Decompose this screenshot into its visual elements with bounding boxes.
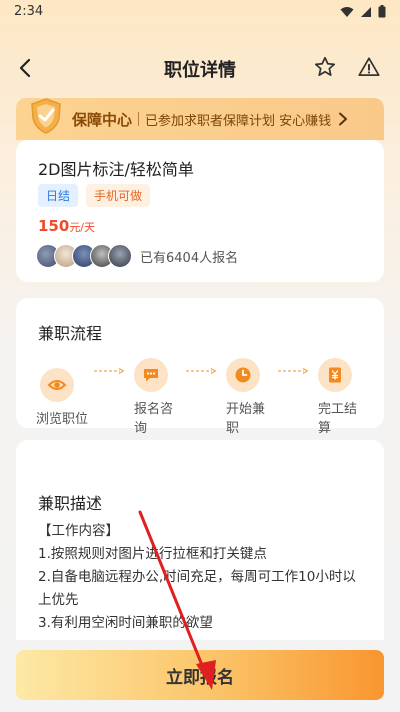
status-bar: 2:34 xyxy=(0,0,400,24)
flow-arrow xyxy=(94,368,124,374)
apply-now-button[interactable]: 立即报名 xyxy=(16,650,384,700)
flow-arrow xyxy=(186,368,216,374)
flow-card: 兼职流程 浏览职位 报名咨询 开始兼职 完工结算 xyxy=(16,298,384,436)
flow-arrow xyxy=(278,368,308,374)
guarantee-banner[interactable]: 保障中心 已参加求职者保障计划 安心赚钱 xyxy=(16,98,384,140)
page-title: 职位详情 xyxy=(164,60,236,81)
salary-unit: 元/天 xyxy=(69,221,96,234)
description-line: 1.按照规则对图片进行拉框和打关键点 xyxy=(38,546,267,562)
battery-icon xyxy=(378,5,386,18)
wifi-icon xyxy=(340,6,354,17)
nav-bar: 职位详情 xyxy=(0,44,400,92)
description-line: 2.自备电脑远程办公,时间充足，每周可工作10小时以上优先 xyxy=(38,569,356,608)
flow-step-label: 浏览职位 xyxy=(36,412,89,427)
signal-icon xyxy=(361,6,371,17)
description-title: 兼职描述 xyxy=(38,494,103,513)
star-icon[interactable] xyxy=(312,54,338,80)
flow-title: 兼职流程 xyxy=(38,324,103,343)
description-body: 【工作内容】 1.按照规则对图片进行拉框和打关键点 2.自备电脑远程办公,时间充… xyxy=(38,520,362,635)
description-card: 兼职描述 【工作内容】 1.按照规则对图片进行拉框和打关键点 2.自备电脑远程办… xyxy=(16,440,384,640)
tag-daily-pay: 日结 xyxy=(38,184,79,207)
avatar-group xyxy=(36,244,132,268)
flow-step-start: 开始兼职 xyxy=(226,358,286,438)
money-receipt-icon xyxy=(318,358,352,392)
description-line: 【工作内容】 xyxy=(38,523,119,539)
status-icons xyxy=(340,5,386,18)
description-line: 3.有利用空闲时间兼职的欲望 xyxy=(38,615,213,631)
flow-step-settle: 完工结算 xyxy=(318,358,378,438)
flow-step-browse: 浏览职位 xyxy=(36,368,100,429)
shield-icon xyxy=(31,98,61,134)
salary-value: 150 xyxy=(38,217,70,235)
flow-step-label: 开始兼职 xyxy=(226,402,266,436)
applicants-row: 已有6404人报名 xyxy=(36,244,238,268)
warning-icon[interactable] xyxy=(356,54,382,80)
guarantee-description: 已参加求职者保障计划 安心赚钱 xyxy=(145,113,332,129)
avatar xyxy=(108,244,132,268)
job-title: 2D图片标注/轻松简单 xyxy=(38,160,194,179)
flow-step-consult: 报名咨询 xyxy=(134,358,194,438)
chevron-right-icon xyxy=(339,112,348,126)
clock-icon xyxy=(226,358,260,392)
eye-icon xyxy=(40,368,74,402)
applicants-count: 已有6404人报名 xyxy=(140,250,239,266)
guarantee-title: 保障中心 xyxy=(72,110,133,129)
job-card: 2D图片标注/轻松简单 日结 手机可做 150元/天 已有6404人报名 xyxy=(16,140,384,282)
guarantee-divider xyxy=(138,112,140,126)
tag-mobile-ok: 手机可做 xyxy=(86,184,151,207)
salary: 150元/天 xyxy=(38,216,95,235)
flow-step-label: 报名咨询 xyxy=(134,402,174,436)
flow-step-label: 完工结算 xyxy=(318,402,358,436)
job-tags: 日结 手机可做 xyxy=(38,184,151,207)
chat-icon xyxy=(134,358,168,392)
status-time: 2:34 xyxy=(14,4,44,19)
